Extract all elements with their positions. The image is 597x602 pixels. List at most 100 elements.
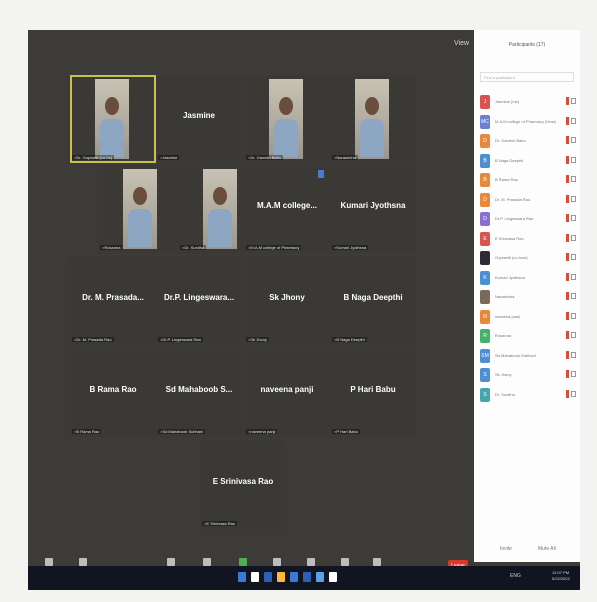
mic-muted-icon: [566, 370, 569, 378]
mic-muted-icon: [566, 194, 569, 203]
participant-list-item[interactable]: E E Srinivasa Rao: [478, 230, 578, 250]
participant-list-item[interactable]: J Jasmine (me): [478, 93, 578, 113]
avatar: B: [480, 173, 490, 187]
camera-icon: [571, 351, 576, 358]
participant-name: Dr. Ganesh Babu: [495, 138, 526, 143]
participant-video-tile[interactable]: M.A.M college... M.A.M college of Pharmac…: [244, 165, 330, 253]
tile-name-tag: Sk Jhony: [246, 337, 269, 342]
participant-list-item[interactable]: B B Rama Rao: [478, 171, 578, 191]
camera-icon: [571, 332, 576, 338]
taskbar-app-icon[interactable]: [303, 572, 311, 582]
participant-list-item[interactable]: SM Sd Mahaboob Subhani: [478, 347, 578, 367]
participant-name: B Naga Deepthi: [495, 157, 524, 163]
participant-list-item[interactable]: R Rosanna: [478, 327, 578, 347]
person-head: [279, 97, 293, 115]
participant-name: Rosanna: [495, 333, 512, 338]
windows-taskbar: ENG 12:07 PM 5/22/2022: [28, 566, 580, 590]
mic-muted-icon: [566, 97, 569, 105]
camera-icon: [571, 390, 576, 397]
participant-list-item[interactable]: S Sk Jhony: [478, 366, 578, 386]
spotlight-indicator: [318, 170, 324, 178]
camera-icon: [571, 195, 576, 202]
participant-video-tile[interactable]: naveena panji naveena panji: [244, 349, 330, 437]
participant-video-tile[interactable]: B Rama Rao B Rama Rao: [70, 349, 156, 437]
camera-icon: [571, 117, 576, 124]
participant-list-item[interactable]: D Dr. Ganesh Babu: [478, 132, 578, 152]
tile-name-tag: B Rama Rao: [72, 429, 102, 434]
taskbar-app-icon[interactable]: [264, 572, 272, 582]
participant-video-tile[interactable]: P Hari Babu P Hari Babu: [330, 349, 416, 437]
avatar: J: [480, 95, 490, 109]
mic-muted-icon: [566, 233, 569, 242]
taskbar-app-icon[interactable]: [290, 572, 298, 582]
view-button[interactable]: View: [454, 40, 469, 47]
participant-video-tile[interactable]: Kumari Jyothsna Kumari Jyothsna: [330, 165, 416, 253]
participant-list-item[interactable]: Nnaveena panji: [478, 308, 578, 328]
person-head: [365, 97, 379, 115]
taskbar-app-icon[interactable]: [316, 572, 324, 582]
participant-list-item[interactable]: B B Naga Deepthi: [478, 152, 578, 172]
participant-list-item[interactable]: Gopisetti (co-host): [478, 249, 578, 269]
person-body: [274, 119, 298, 157]
tile-display-name: Dr. M. Prasada...: [82, 293, 144, 302]
participant-video-tile[interactable]: B Naga Deepthi B Naga Deepthi: [330, 257, 416, 345]
invite-button[interactable]: Invite: [500, 546, 512, 552]
participant-video-tile[interactable]: Narasimha: [330, 75, 416, 163]
tile-display-name: P Hari Babu: [350, 385, 396, 394]
camera-icon: [571, 137, 576, 143]
participant-list-item[interactable]: MC M.A.M college of Pharmacy (Host): [478, 113, 578, 133]
mic-muted-icon: [566, 292, 569, 300]
participant-video-tile[interactable]: Rosanna: [98, 165, 184, 253]
participant-name: naveena panji: [495, 313, 520, 319]
participant-search-input[interactable]: Find a participant: [480, 72, 574, 82]
participant-video-tile[interactable]: Jasmine Jasmine: [156, 75, 242, 163]
apps-icon: [373, 558, 381, 566]
clock-date: 5/22/2022: [552, 576, 570, 581]
participant-video-feed: [95, 79, 129, 159]
camera-icon: [571, 254, 576, 260]
participant-video-tile[interactable]: Dr. Ganesh Babu: [244, 75, 330, 163]
tile-name-tag: Sd Mahaboob Subhani: [158, 429, 206, 434]
participant-video-tile[interactable]: Sk Jhony Sk Jhony: [244, 257, 330, 345]
participant-name: Gopisetti (co-host): [495, 255, 528, 260]
participant-video-tile[interactable]: E Srinivasa Rao E Srinivasa Rao: [200, 441, 286, 529]
avatar: K: [480, 270, 490, 285]
language-indicator[interactable]: ENG: [510, 573, 521, 579]
system-clock[interactable]: 12:07 PM 5/22/2022: [552, 570, 570, 582]
mic-muted-icon: [566, 175, 569, 183]
tile-display-name: M.A.M college...: [256, 201, 317, 210]
mic-muted-icon: [566, 331, 569, 339]
participant-video-feed: [203, 169, 237, 249]
participant-list-item[interactable]: S Dr. Sunitha: [478, 386, 578, 406]
participant-name: Sk Jhony: [495, 372, 512, 377]
participant-list-item[interactable]: Narasimha: [478, 288, 578, 308]
avatar: D: [480, 212, 490, 226]
mute-all-button[interactable]: Mute All: [538, 546, 556, 552]
taskbar-app-icon[interactable]: [238, 572, 246, 582]
tile-name-tag: Dr. M. Prasada Rao: [72, 337, 114, 342]
taskbar-app-icon[interactable]: [329, 572, 337, 582]
person-head: [105, 97, 119, 115]
participant-list-item[interactable]: D Dr. M. Prasada Rao: [478, 191, 578, 211]
camera-icon: [571, 215, 576, 221]
participant-list-item[interactable]: K Kumari Jyothsna: [478, 269, 578, 289]
mic-muted-icon: [566, 155, 569, 164]
tile-display-name: E Srinivasa Rao: [212, 477, 274, 486]
avatar: B: [480, 153, 490, 168]
person-body: [100, 119, 124, 157]
taskbar-app-icon[interactable]: [277, 572, 285, 582]
participant-list-item[interactable]: D Dr.P. Lingeswara Rao: [478, 210, 578, 230]
person-body: [128, 209, 152, 247]
participant-video-tile[interactable]: Dr.P. Lingeswara... Dr.P. Lingeswara Rao: [156, 257, 242, 345]
tile-name-tag: M.A.M college of Pharmacy: [246, 245, 302, 250]
camera-icon: [571, 176, 576, 182]
camera-icon: [571, 234, 576, 241]
participant-video-feed: [355, 79, 389, 159]
participant-video-tile[interactable]: Sd Mahaboob S... Sd Mahaboob Subhani: [156, 349, 242, 437]
avatar: N: [480, 309, 490, 324]
taskbar-app-icon[interactable]: [251, 572, 259, 582]
participants-panel: Participants (17) Find a participant J Ja…: [474, 30, 580, 562]
participant-video-tile[interactable]: Dr. M. Prasada... Dr. M. Prasada Rao: [70, 257, 156, 345]
participant-name: Narasimha: [495, 294, 515, 299]
participant-video-tile[interactable]: Dr. Gopisetti (co-ho): [70, 75, 156, 163]
